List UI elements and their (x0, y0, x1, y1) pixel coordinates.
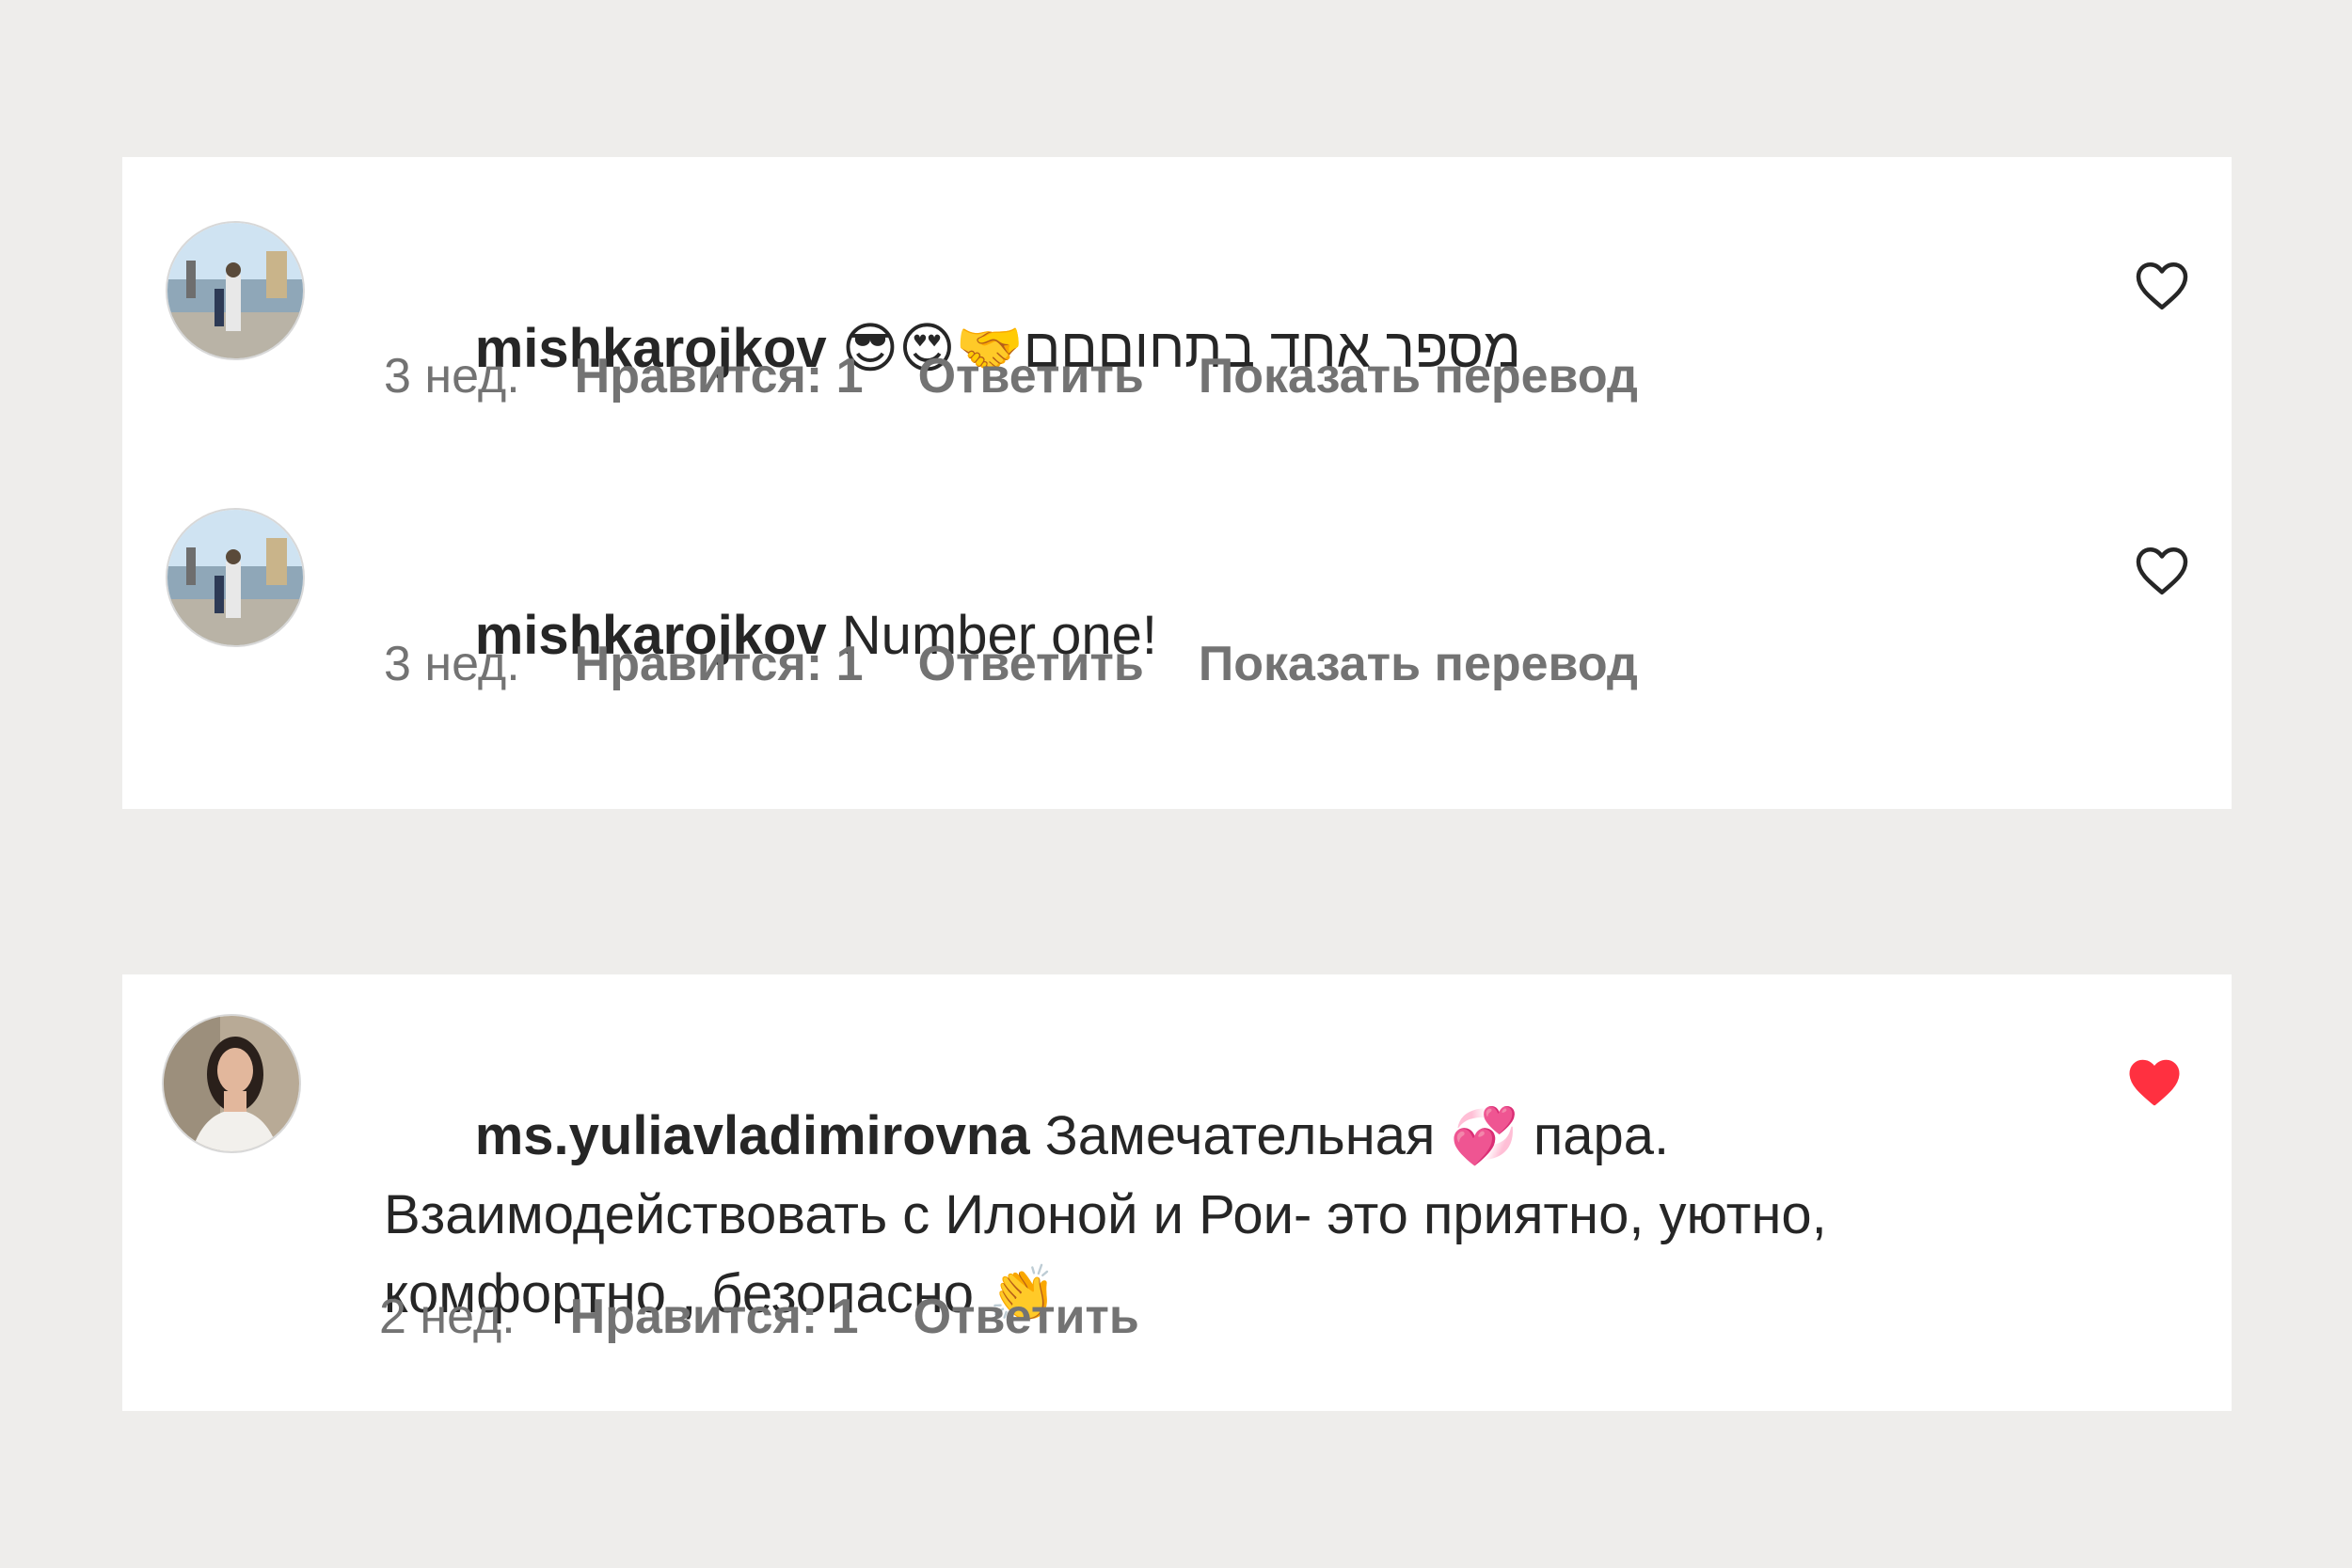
comment-meta: 3 нед. Нравится: 1 Ответить Показать пер… (384, 348, 1638, 404)
likes-count[interactable]: Нравится: 1 (570, 1289, 859, 1345)
comment-time[interactable]: 3 нед. (384, 348, 520, 404)
comments-card: ms.yuliavladimirovna Замечательная 💞 пар… (122, 974, 2232, 1411)
like-button[interactable] (2126, 1055, 2183, 1108)
like-button[interactable] (2134, 544, 2190, 596)
user-avatar[interactable] (164, 1016, 299, 1151)
likes-count[interactable]: Нравится: 1 (575, 636, 864, 692)
heart-outline-icon (2136, 262, 2188, 309)
comment-item: mishkarojkov Number one! 3 нед. Нравится… (122, 444, 2232, 692)
comment-time[interactable]: 2 нед. (379, 1289, 516, 1345)
comment-username[interactable]: ms.yuliavladimirovna (475, 1105, 1030, 1166)
show-translation-button[interactable]: Показать перевод (1199, 636, 1638, 692)
user-avatar[interactable] (167, 223, 303, 358)
like-button[interactable] (2134, 259, 2190, 311)
avatar-photo-icon (167, 510, 303, 645)
reply-button[interactable]: Ответить (918, 636, 1144, 692)
comment-meta: 2 нед. Нравится: 1 Ответить (379, 1289, 1139, 1345)
heart-filled-icon (2129, 1059, 2180, 1106)
avatar-photo-icon (167, 223, 303, 358)
comments-card: mishkarojkov 😎😍🤝מספר אחד בתחוםםם 3 нед. … (122, 157, 2232, 809)
comment-item: mishkarojkov 😎😍🤝מספר אחד בתחוםםם 3 нед. … (122, 157, 2232, 404)
comment-meta: 3 нед. Нравится: 1 Ответить Показать пер… (384, 636, 1638, 692)
heart-outline-icon (2136, 547, 2188, 594)
reply-button[interactable]: Ответить (918, 348, 1144, 404)
show-translation-button[interactable]: Показать перевод (1199, 348, 1638, 404)
reply-button[interactable]: Ответить (914, 1289, 1139, 1345)
comment-item: ms.yuliavladimirovna Замечательная 💞 пар… (122, 974, 2232, 1411)
user-avatar[interactable] (167, 510, 303, 645)
comment-text: ms.yuliavladimirovna Замечательная 💞 пар… (384, 1018, 2087, 1413)
comment-time[interactable]: 3 нед. (384, 636, 520, 692)
likes-count[interactable]: Нравится: 1 (575, 348, 864, 404)
avatar-photo-icon (164, 1016, 299, 1151)
